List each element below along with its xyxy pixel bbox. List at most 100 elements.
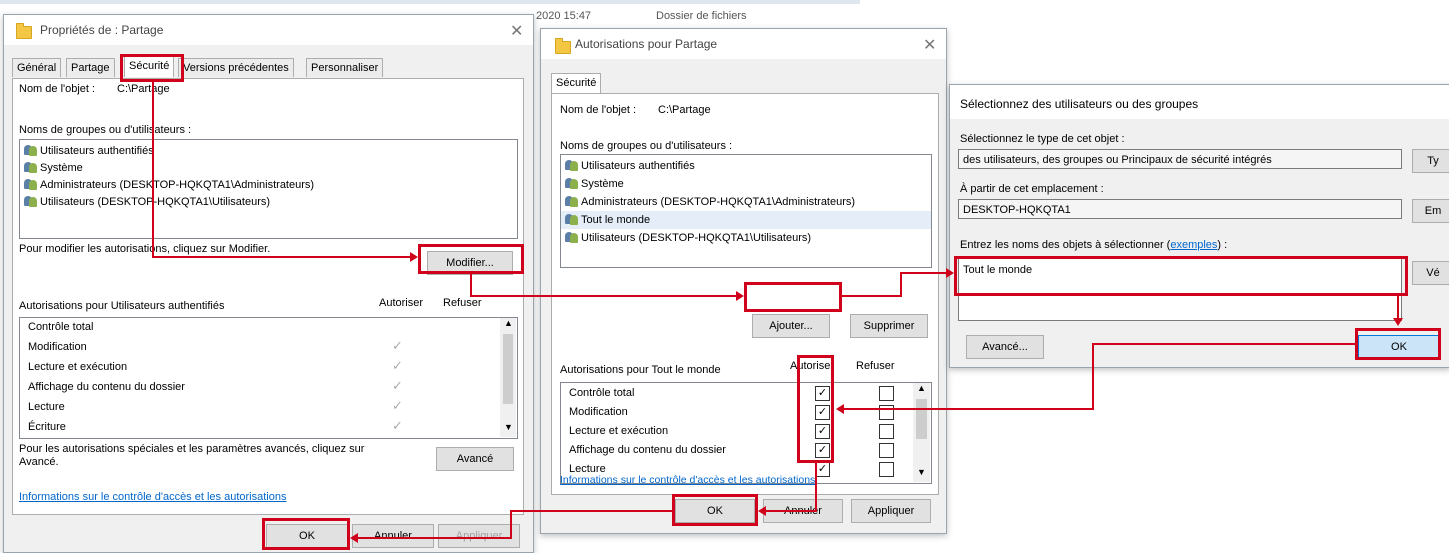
perm-row: Lecture et exécution <box>569 425 669 437</box>
users-list[interactable]: Utilisateurs authentifiés Système Admini… <box>19 139 518 239</box>
scroll-up-icon[interactable]: ▲ <box>504 318 513 328</box>
allow-checkbox[interactable]: ✓ <box>815 462 830 477</box>
deny-checkbox[interactable] <box>879 443 894 458</box>
object-name-value: C:\Partage <box>658 104 711 116</box>
folder-icon <box>555 38 571 54</box>
list-item-label: Tout le monde <box>581 214 651 226</box>
scrollbar[interactable]: ▲ ▼ <box>500 318 516 437</box>
users-list[interactable]: Utilisateurs authentifiés Système Admini… <box>560 154 932 268</box>
connector-line <box>470 295 736 297</box>
list-item[interactable]: Utilisateurs (DESKTOP-HQKQTA1\Utilisateu… <box>565 231 811 244</box>
scroll-down-icon[interactable]: ▼ <box>504 422 513 432</box>
location-label: À partir de cet emplacement : <box>960 183 1104 195</box>
dialog-title: Propriétés de : Partage <box>40 23 164 37</box>
connector-line <box>510 510 512 538</box>
close-icon[interactable]: ✕ <box>510 21 523 41</box>
modify-hint: Pour modifier les autorisations, cliquez… <box>19 243 271 255</box>
list-item[interactable]: Utilisateurs authentifiés <box>24 144 154 157</box>
perm-row: Contrôle total <box>569 387 635 399</box>
apply-button[interactable]: Appliquer <box>438 524 520 548</box>
cancel-button[interactable]: Annuler <box>352 524 434 548</box>
list-item-label: Utilisateurs authentifiés <box>581 160 695 172</box>
highlight-names-input <box>954 256 1408 296</box>
allow-check-icon: ✓ <box>392 378 403 393</box>
connector-line <box>842 295 902 297</box>
deny-checkbox[interactable] <box>879 424 894 439</box>
object-names-label-end: ) : <box>1217 239 1228 251</box>
perm-row: Modification <box>28 341 87 353</box>
remove-button[interactable]: Supprimer <box>850 314 928 338</box>
connector-line <box>358 537 512 539</box>
connector-line <box>1092 343 1355 345</box>
arrow-left-icon <box>836 404 844 414</box>
object-name-label: Nom de l'objet : <box>560 104 637 116</box>
title-bar: Propriétés de : Partage ✕ <box>4 15 533 45</box>
perm-row: Lecture et exécution <box>28 361 128 373</box>
advanced-button[interactable]: Avancé <box>436 447 514 471</box>
access-control-info-link[interactable]: Informations sur le contrôle d'accès et … <box>19 491 286 503</box>
tab-partage[interactable]: Partage <box>66 58 115 77</box>
arrow-left-icon <box>758 506 766 516</box>
permissions-list[interactable]: Contrôle total Modification Lecture et e… <box>560 382 932 484</box>
arrow-right-icon <box>410 252 418 262</box>
examples-link[interactable]: exemples <box>1170 239 1217 251</box>
apply-button[interactable]: Appliquer <box>851 499 931 523</box>
permissions-dialog: Autorisations pour Partage ✕ Sécurité No… <box>540 28 947 534</box>
connector-line <box>152 82 154 256</box>
allow-check-icon: ✓ <box>392 398 403 413</box>
connector-line <box>766 510 817 512</box>
connector-line <box>1092 343 1094 409</box>
access-control-info-link[interactable]: Informations sur le contrôle d'accès et … <box>560 474 815 486</box>
list-item[interactable]: Système <box>24 161 83 174</box>
scroll-down-icon[interactable]: ▼ <box>917 467 926 477</box>
permissions-list[interactable]: Contrôle total Modification Lecture et e… <box>19 317 518 439</box>
perm-row: Modification <box>569 406 628 418</box>
list-item-label: Utilisateurs authentifiés <box>40 145 154 157</box>
object-names-label: Entrez les noms des objets à sélectionne… <box>960 239 1227 251</box>
highlight-ok-win2 <box>672 494 758 526</box>
scrollbar-thumb[interactable] <box>503 334 513 404</box>
title-bar: Autorisations pour Partage ✕ <box>541 29 946 59</box>
tab-personnaliser[interactable]: Personnaliser <box>306 58 384 77</box>
title-bar: Sélectionnez des utilisateurs ou des gro… <box>950 85 1449 119</box>
add-button[interactable]: Ajouter... <box>752 314 830 338</box>
list-item[interactable]: Administrateurs (DESKTOP-HQKQTA1\Adminis… <box>24 178 314 191</box>
highlight-modify-button <box>418 244 524 274</box>
advanced-button[interactable]: Avancé... <box>966 335 1044 359</box>
highlight-tab-securite <box>120 54 184 82</box>
tab-general[interactable]: Général <box>12 58 62 77</box>
background-strip <box>0 0 860 4</box>
object-names-label-text: Entrez les noms des objets à sélectionne… <box>960 239 1171 251</box>
list-item[interactable]: Système <box>565 177 624 190</box>
check-names-button[interactable]: Vé <box>1412 261 1449 285</box>
list-item-label: Utilisateurs (DESKTOP-HQKQTA1\Utilisateu… <box>581 232 812 244</box>
close-icon[interactable]: ✕ <box>923 35 936 55</box>
arrow-right-icon <box>736 291 744 301</box>
list-item-label: Administrateurs (DESKTOP-HQKQTA1\Adminis… <box>40 179 315 191</box>
object-name-value: C:\Partage <box>117 83 170 95</box>
perm-row: Affichage du contenu du dossier <box>569 444 726 456</box>
connector-line <box>510 510 672 512</box>
connector-line <box>470 274 472 296</box>
dialog-title: Autorisations pour Partage <box>575 37 718 51</box>
list-item[interactable]: Utilisateurs (DESKTOP-HQKQTA1\Utilisateu… <box>24 195 270 208</box>
deny-checkbox[interactable] <box>879 462 894 477</box>
scrollbar-thumb[interactable] <box>916 399 927 439</box>
scrollbar[interactable]: ▲ ▼ <box>913 383 930 482</box>
list-item[interactable]: Tout le monde <box>565 213 650 226</box>
scroll-up-icon[interactable]: ▲ <box>917 383 926 393</box>
list-item[interactable]: Administrateurs (DESKTOP-HQKQTA1\Adminis… <box>565 195 855 208</box>
deny-checkbox[interactable] <box>879 386 894 401</box>
locations-button[interactable]: Em <box>1412 199 1449 223</box>
allow-check-icon: ✓ <box>392 418 403 433</box>
highlight-add-button <box>744 282 842 312</box>
permissions-label: Autorisations pour Tout le monde <box>560 364 721 376</box>
object-type-label: Sélectionnez le type de cet objet : <box>960 133 1125 145</box>
folder-icon <box>16 23 32 39</box>
list-item[interactable]: Utilisateurs authentifiés <box>565 159 695 172</box>
tab-securite[interactable]: Sécurité <box>551 73 602 94</box>
tab-versions[interactable]: Versions précédentes <box>178 58 294 77</box>
deny-column-header: Refuser <box>856 360 895 372</box>
object-types-button[interactable]: Ty <box>1412 149 1449 173</box>
permissions-label: Autorisations pour Utilisateurs authenti… <box>19 300 225 312</box>
